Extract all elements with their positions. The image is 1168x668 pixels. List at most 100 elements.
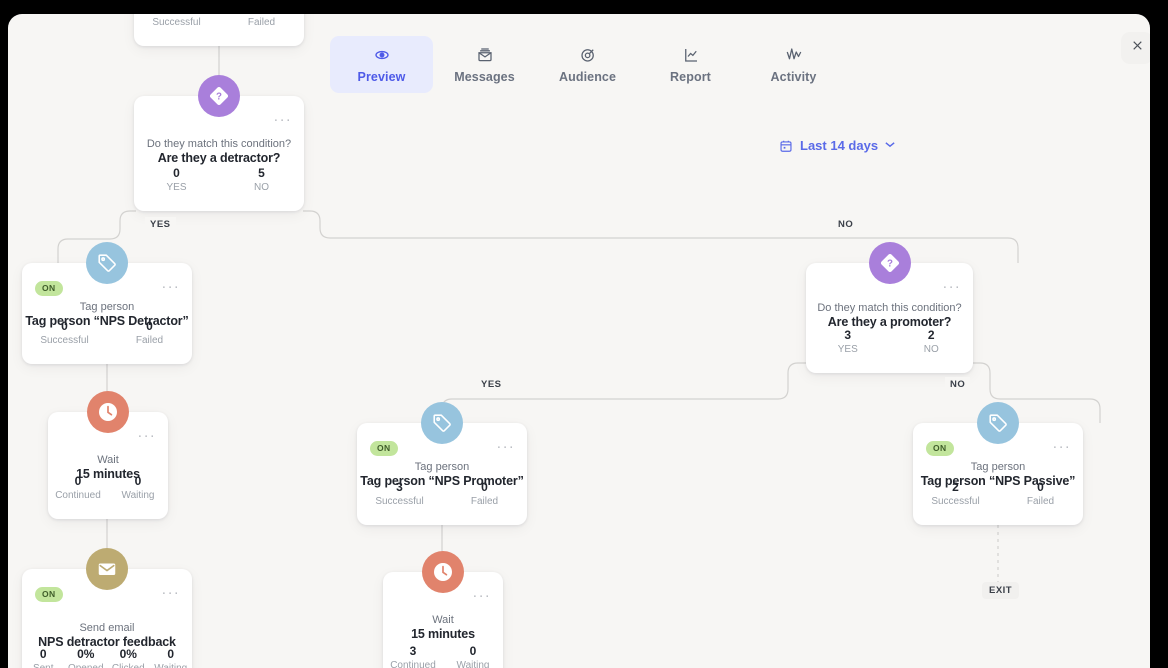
node-stats: 3 YES 2 NO (806, 328, 973, 357)
stat-label: Failed (470, 496, 499, 507)
stat-yes: 3 YES (806, 328, 890, 357)
node-stats: 0 Sent 0% Opened 0% Clicked 0 Waiting (22, 647, 192, 668)
node-menu-button[interactable]: ··· (472, 588, 491, 603)
stat-value: 2 (927, 328, 935, 342)
node-title: Tag person (414, 461, 470, 473)
stat-waiting: 0 Waiting (150, 647, 193, 668)
stat-label: YES (837, 344, 858, 355)
status-badge: ON (35, 281, 63, 296)
stat-value: 0 (173, 166, 180, 180)
tab-messages[interactable]: Messages (433, 36, 536, 93)
node-card-tag-promoter[interactable]: ON ··· Tag person Tag person “NPS Promot… (357, 402, 527, 525)
tab-preview[interactable]: Preview (330, 36, 433, 93)
node-stats: Successful Failed (134, 16, 304, 30)
chevron-down-icon (885, 141, 895, 151)
node-subtitle: Are they a detractor? (157, 151, 281, 165)
node-stats: 0 YES 5 NO (134, 166, 304, 195)
node-card-tag-passive[interactable]: ON ··· Tag person Tag person “NPS Passiv… (913, 402, 1083, 525)
stat-label: Waiting (121, 490, 155, 501)
tag-icon (421, 402, 463, 444)
stat-failed: 0 Failed (998, 480, 1083, 509)
tag-icon (977, 402, 1019, 444)
node-card-condition-promoter[interactable]: ? ··· Do they match this condition? Are … (806, 242, 973, 373)
stat-label: Failed (1026, 496, 1055, 507)
node-card-wait-promoter[interactable]: ··· Wait 15 minutes 3 Continued 0 Waitin… (383, 551, 503, 668)
node-card-wait-detractor[interactable]: ··· Wait 15 minutes 0 Continued 0 Waitin… (48, 391, 168, 519)
stat-failed: 0 Failed (442, 480, 527, 509)
stat-label: YES (166, 182, 187, 193)
svg-text:?: ? (887, 259, 893, 270)
tag-icon (86, 242, 128, 284)
condition-question-icon: ? (868, 242, 911, 284)
stat-value: 3 (409, 644, 417, 658)
stat-failed: Failed (219, 16, 304, 30)
messages-envelope-icon (476, 46, 494, 64)
envelope-icon (86, 548, 128, 590)
node-title: Wait (97, 454, 119, 466)
close-button[interactable] (1121, 32, 1150, 64)
journey-canvas[interactable]: Preview Messages Audience Report Activit… (8, 14, 1150, 668)
stat-waiting: 0 Waiting (108, 474, 168, 503)
node-menu-button[interactable]: ··· (137, 428, 156, 443)
node-stats: 3 Continued 0 Waiting (383, 644, 503, 668)
stat-value: 0 (146, 319, 153, 333)
node-subtitle: 15 minutes (411, 627, 475, 641)
condition-question-icon: ? (198, 75, 240, 117)
tab-audience[interactable]: Audience (536, 36, 639, 93)
node-menu-button[interactable]: ··· (1052, 439, 1071, 454)
stat-value: 0% (119, 647, 137, 661)
stat-label: NO (254, 182, 269, 193)
stat-no: 5 NO (219, 166, 304, 195)
date-range-label: Last 14 days (800, 138, 879, 153)
node-menu-button[interactable]: ··· (496, 439, 515, 454)
stat-label: Waiting (456, 660, 490, 668)
tab-report[interactable]: Report (639, 36, 742, 93)
stat-value: 0 (1037, 480, 1044, 494)
node-title: Send email (79, 622, 135, 634)
node-subtitle: Are they a promoter? (827, 315, 952, 329)
edge-label-no-promoter: NO (945, 377, 971, 392)
tab-preview-label: Preview (357, 69, 406, 84)
stat-value: 0 (39, 647, 47, 661)
node-menu-button[interactable]: ··· (273, 112, 292, 127)
stat-value: 0% (77, 647, 95, 661)
node-title: Do they match this condition? (817, 302, 962, 314)
stat-sent: 0 Sent (22, 647, 65, 668)
node-stats: 0 Successful 0 Failed (22, 319, 192, 348)
stat-yes: 0 YES (134, 166, 219, 195)
audience-target-icon (579, 46, 597, 64)
preview-eye-icon (373, 46, 391, 64)
tab-activity[interactable]: Activity (742, 36, 845, 93)
stat-waiting: 0 Waiting (443, 644, 503, 668)
stat-label: Opened (65, 662, 108, 668)
stat-label: Failed (135, 335, 164, 346)
stat-label: Sent (22, 662, 65, 668)
status-badge: ON (926, 441, 954, 456)
stat-value: 0 (61, 319, 68, 333)
close-icon (1131, 39, 1144, 57)
activity-pulse-icon (785, 46, 803, 64)
stat-value: 0 (74, 474, 82, 488)
stat-label: Successful (40, 335, 89, 346)
stat-value: 0 (469, 644, 477, 658)
node-menu-button[interactable]: ··· (161, 279, 180, 294)
stat-value: 3 (844, 328, 852, 342)
node-card-condition-detractor[interactable]: ? ··· Do they match this condition? Are … (134, 75, 304, 211)
node-title: Wait (432, 614, 454, 626)
journey-tabs[interactable]: Preview Messages Audience Report Activit… (330, 36, 845, 93)
calendar-icon (779, 139, 793, 153)
node-card-send-email[interactable]: ON ··· Send email NPS detractor feedback… (22, 548, 192, 668)
stat-opened: 0% Opened (65, 647, 108, 668)
stat-value: 0 (481, 480, 488, 494)
node-stats: 0 Continued 0 Waiting (48, 474, 168, 503)
status-badge: ON (35, 587, 63, 602)
node-card-partial-top[interactable]: Successful Failed (134, 14, 304, 46)
edge-label-yes-detractor: YES (145, 217, 176, 232)
node-menu-button[interactable]: ··· (161, 585, 180, 600)
node-menu-button[interactable]: ··· (942, 279, 961, 294)
edge-label-no-detractor: NO (833, 217, 859, 232)
node-card-tag-detractor[interactable]: ON ··· Tag person Tag person “NPS Detrac… (22, 242, 192, 364)
date-range-selector[interactable]: Last 14 days (779, 138, 895, 153)
tab-report-label: Report (670, 69, 711, 84)
stat-successful: 3 Successful (357, 480, 442, 509)
